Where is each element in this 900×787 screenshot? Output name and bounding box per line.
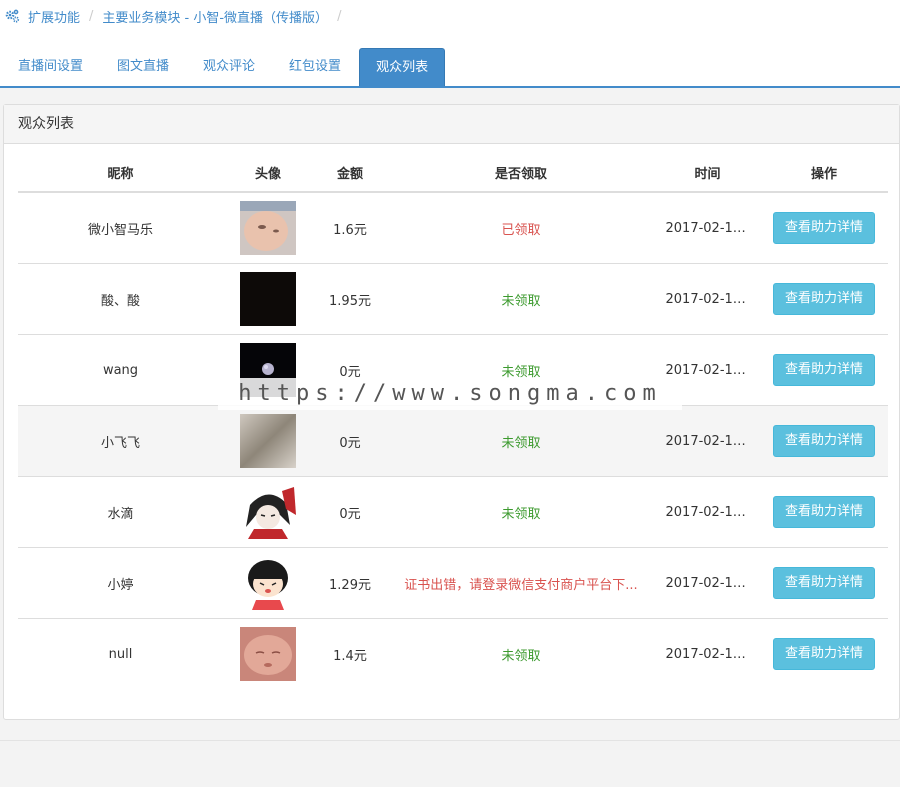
- tab-image-text-live[interactable]: 图文直播: [101, 48, 185, 86]
- table-row: 小飞飞 0元 未领取 2017-02-14 ... 查看助力详情: [18, 405, 888, 477]
- amount-cell: 1.6元: [313, 191, 387, 264]
- amount-cell: 1.4元: [313, 618, 387, 689]
- time-cell: 2017-02-14 ...: [665, 433, 750, 449]
- tab-underline: [0, 86, 900, 88]
- table-header-row: 昵称 头像 金额 是否领取 时间 操作: [18, 153, 888, 193]
- anime-character-avatar: [240, 485, 296, 539]
- table-row: null 1.4元 未领取 2017-02-15 ... 查看助力详情: [18, 618, 888, 689]
- status-unclaimed: 未领取: [501, 506, 541, 522]
- view-assist-details-button[interactable]: 查看助力详情: [772, 638, 875, 670]
- nickname-cell: 酸、酸: [18, 263, 223, 335]
- breadcrumb: 扩展功能 / 主要业务模块 - 小智-微直播（传播版） /: [4, 6, 350, 26]
- nickname-cell: 微小智马乐: [18, 191, 223, 264]
- table-row: 小婷 1.29元 证书出错，请登录微信支付商户平台下... 2017-02-12…: [18, 547, 888, 619]
- column-header-amount: 金额: [313, 153, 387, 193]
- table-row: 水滴 0元 未领取 2017-02-15 ... 查看助力详情: [18, 476, 888, 548]
- tab-audience-comments[interactable]: 观众评论: [187, 48, 271, 86]
- view-assist-details-button[interactable]: 查看助力详情: [772, 567, 875, 599]
- time-cell: 2017-02-15 ...: [665, 504, 750, 520]
- bottom-divider: [0, 740, 900, 741]
- column-header-time: 时间: [655, 153, 760, 193]
- cartoon-girl-avatar: [240, 556, 296, 610]
- tab-live-room-settings[interactable]: 直播间设置: [2, 48, 99, 86]
- column-header-nickname: 昵称: [18, 153, 223, 193]
- black-square-avatar: [240, 272, 296, 326]
- view-assist-details-button[interactable]: 查看助力详情: [772, 354, 875, 386]
- amount-cell: 1.29元: [313, 547, 387, 619]
- view-assist-details-button[interactable]: 查看助力详情: [772, 212, 875, 244]
- breadcrumb-extensions-link[interactable]: 扩展功能: [28, 7, 80, 26]
- amount-cell: 1.95元: [313, 263, 387, 335]
- top-bar: 扩展功能 / 主要业务模块 - 小智-微直播（传播版） / 直播间设置 图文直播…: [0, 0, 900, 86]
- status-claimed: 已领取: [501, 222, 541, 238]
- baby-sleeping-avatar: [240, 627, 296, 681]
- table-row: 微小智马乐 1.6元 已领取 2017-02-16 ... 查看助力详情: [18, 191, 888, 264]
- watermark-url: https://www.songma.com: [218, 378, 682, 410]
- nickname-cell: 水滴: [18, 476, 223, 548]
- view-assist-details-button[interactable]: 查看助力详情: [772, 425, 875, 457]
- audience-list-panel: 观众列表 昵称 头像 金额 是否领取 时间 操作 微小智马乐 1.6元 已领取 …: [3, 104, 900, 720]
- status-unclaimed: 未领取: [501, 435, 541, 451]
- panel-title: 观众列表: [4, 105, 899, 144]
- time-cell: 2017-02-12 ...: [665, 575, 750, 591]
- time-cell: 2017-02-16 ...: [665, 220, 750, 236]
- amount-cell: 0元: [313, 476, 387, 548]
- nickname-cell: null: [18, 618, 223, 689]
- view-assist-details-button[interactable]: 查看助力详情: [772, 283, 875, 315]
- blurred-grey-avatar: [240, 414, 296, 468]
- breadcrumb-separator: /: [337, 8, 342, 24]
- column-header-avatar: 头像: [223, 153, 313, 193]
- table-row: 酸、酸 1.95元 未领取 2017-02-15 ... 查看助力详情: [18, 263, 888, 335]
- time-cell: 2017-02-15 ...: [665, 291, 750, 307]
- status-unclaimed: 未领取: [501, 648, 541, 664]
- gears-icon: [5, 9, 20, 23]
- breadcrumb-module-link[interactable]: 主要业务模块 - 小智-微直播（传播版）: [102, 7, 328, 26]
- tab-red-packet-settings[interactable]: 红包设置: [273, 48, 357, 86]
- column-header-action: 操作: [760, 153, 888, 193]
- nickname-cell: 小飞飞: [18, 405, 223, 477]
- status-unclaimed: 未领取: [501, 293, 541, 309]
- breadcrumb-separator: /: [89, 8, 94, 24]
- status-error: 证书出错，请登录微信支付商户平台下...: [404, 577, 638, 593]
- time-cell: 2017-02-15 ...: [665, 362, 750, 378]
- audience-table: 昵称 头像 金额 是否领取 时间 操作 微小智马乐 1.6元 已领取 2017-…: [18, 153, 888, 689]
- nickname-cell: 小婷: [18, 547, 223, 619]
- baby-face-avatar: [240, 201, 296, 255]
- amount-cell: 0元: [313, 405, 387, 477]
- nickname-cell: wang: [18, 334, 223, 406]
- tab-audience-list[interactable]: 观众列表: [359, 48, 446, 86]
- view-assist-details-button[interactable]: 查看助力详情: [772, 496, 875, 528]
- tab-bar: 直播间设置 图文直播 观众评论 红包设置 观众列表: [0, 48, 446, 86]
- time-cell: 2017-02-15 ...: [665, 646, 750, 662]
- column-header-claimed: 是否领取: [387, 153, 655, 193]
